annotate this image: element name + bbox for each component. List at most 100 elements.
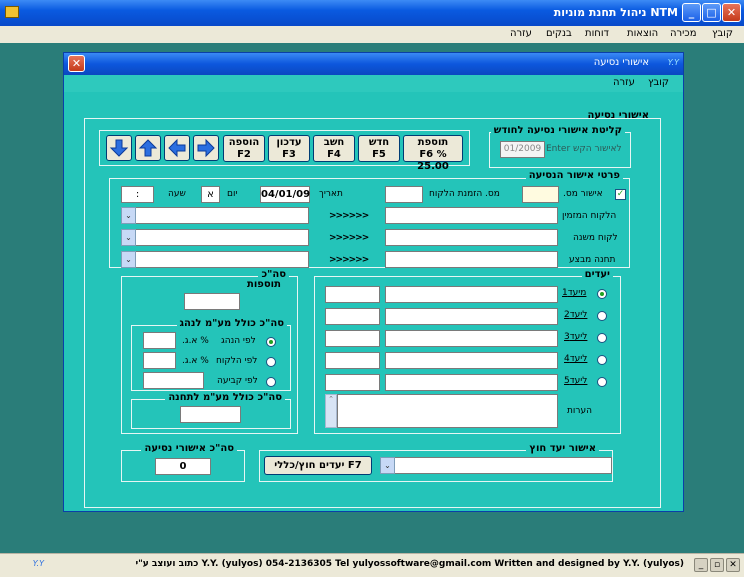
- by-client-radio[interactable]: [266, 357, 276, 367]
- status-minimize-button[interactable]: _: [694, 558, 708, 572]
- first-record-button[interactable]: [135, 135, 161, 161]
- time-label: שעה: [168, 189, 186, 199]
- arrow-down-icon: [109, 139, 129, 157]
- child-menu-file[interactable]: קובץ: [648, 77, 669, 88]
- status-restore-button[interactable]: ▫: [710, 558, 724, 572]
- menu-sales[interactable]: מכירה: [670, 28, 697, 39]
- dest-1-code-input[interactable]: [325, 286, 380, 303]
- date-input[interactable]: 04/01/09: [260, 186, 310, 203]
- abroad-dropdown-button[interactable]: ⌄: [380, 457, 395, 474]
- child-menu-help[interactable]: עזרה: [613, 77, 635, 88]
- chevron-down-icon: ⌄: [125, 211, 132, 220]
- minimize-button[interactable]: _: [682, 3, 701, 22]
- update-button[interactable]: עדכון F3: [268, 135, 310, 162]
- child-menubar: קובץ עזרה: [64, 75, 683, 92]
- menu-banks[interactable]: בנקים: [546, 28, 572, 39]
- chevron-down-icon: ⌄: [384, 461, 391, 470]
- vat-station-input[interactable]: [180, 406, 241, 423]
- child-close-button[interactable]: ✕: [68, 55, 85, 72]
- dest-3-radio[interactable]: [597, 333, 607, 343]
- chevron-down-icon: ⌄: [125, 233, 132, 242]
- status-bar: כתוב ועוצב ע"י Y.Y. (yulyos) 054-2136305…: [0, 553, 744, 577]
- app-icon: [5, 6, 19, 18]
- dest-4-radio[interactable]: [597, 355, 607, 365]
- surcharge-button[interactable]: תוספת F6 % 25.00: [403, 135, 463, 172]
- menu-reports[interactable]: דוחות: [585, 28, 609, 39]
- update-button-label: עדכון: [276, 137, 302, 148]
- dest-2-code-input[interactable]: [325, 308, 380, 325]
- dest-5-address-input[interactable]: [385, 374, 558, 391]
- sub-client-dropdown-button[interactable]: ⌄: [121, 229, 136, 246]
- station-combo[interactable]: [121, 251, 309, 268]
- next-record-button[interactable]: [193, 135, 219, 161]
- maximize-button[interactable]: □: [702, 3, 721, 22]
- station-input[interactable]: [385, 251, 558, 268]
- close-button[interactable]: ✕: [722, 3, 741, 22]
- dest-2-address-input[interactable]: [385, 308, 558, 325]
- notes-scrollbar[interactable]: ⌃: [325, 394, 337, 428]
- approval-no-input[interactable]: [522, 186, 559, 203]
- by-client-label: לפי הלקוח: [216, 356, 258, 366]
- station-label: תחנה מבצע: [569, 255, 616, 265]
- dest-2-radio[interactable]: [597, 311, 607, 321]
- ordering-client-dropdown-button[interactable]: ⌄: [121, 207, 136, 224]
- abroad-destinations-button[interactable]: יעדים חוץ/כללי F7: [264, 456, 372, 475]
- trip-approvals-window: ✕ אישורי נסיעה Y.Y קובץ עזרה אישורי נסיע…: [63, 52, 684, 512]
- status-close-button[interactable]: ✕: [726, 558, 740, 572]
- abroad-group-legend: אישור יעד חוץ: [526, 443, 599, 454]
- dest-3-label: ליעד3: [564, 332, 588, 342]
- by-client-input[interactable]: [143, 352, 176, 369]
- import-hint: לאישור הקש Enter: [546, 144, 622, 154]
- by-driver-radio[interactable]: [266, 337, 276, 347]
- details-group-legend: פרטי אישור הנסיעה: [525, 170, 623, 181]
- order-no-label: מס. הזמנת הלקוח: [429, 189, 500, 199]
- dest-3-code-input[interactable]: [325, 330, 380, 347]
- station-arrows: >>>>>>: [329, 255, 369, 265]
- dest-1-address-input[interactable]: [385, 286, 558, 303]
- add-button[interactable]: הוספה F2: [223, 135, 265, 162]
- day-input[interactable]: א: [201, 186, 220, 203]
- new-button[interactable]: חדש F5: [358, 135, 400, 162]
- dest-4-code-input[interactable]: [325, 352, 380, 369]
- new-button-label: חדש: [368, 137, 390, 148]
- notes-textarea[interactable]: [337, 394, 558, 428]
- addition-input[interactable]: [184, 293, 240, 310]
- time-input[interactable]: :: [121, 186, 154, 203]
- sub-client-combo[interactable]: [121, 229, 309, 246]
- dest-5-radio[interactable]: [597, 377, 607, 387]
- menu-file[interactable]: קובץ: [712, 28, 733, 39]
- sub-client-input[interactable]: [385, 229, 558, 246]
- dest-2-label: ליעד2: [564, 310, 588, 320]
- fixed-input[interactable]: [143, 372, 204, 389]
- import-month-input[interactable]: 01/2009: [500, 141, 545, 158]
- ordering-client-input[interactable]: [385, 207, 558, 224]
- child-title-prefix: Y.Y: [667, 58, 679, 67]
- ordering-client-combo[interactable]: [121, 207, 309, 224]
- station-dropdown-button[interactable]: ⌄: [121, 251, 136, 268]
- window-title: ניהול תחנת מוניות NTM: [553, 6, 678, 19]
- dest-1-radio[interactable]: [597, 289, 607, 299]
- by-client-pct-label: % א.ג.: [182, 356, 209, 366]
- dest-4-address-input[interactable]: [385, 352, 558, 369]
- order-no-input[interactable]: [385, 186, 423, 203]
- dest-5-code-input[interactable]: [325, 374, 380, 391]
- by-driver-input[interactable]: [143, 332, 176, 349]
- menu-help[interactable]: עזרה: [510, 28, 532, 39]
- last-record-button[interactable]: [106, 135, 132, 161]
- sub-client-arrows: >>>>>>: [329, 233, 369, 243]
- approval-checkbox[interactable]: ✓: [615, 189, 626, 200]
- menu-expenses[interactable]: הוצאות: [627, 28, 658, 39]
- chevron-down-icon: ⌄: [125, 255, 132, 264]
- arrow-up-icon: [138, 139, 158, 157]
- import-group-legend: קליטת אישורי נסיעה לחודש: [490, 125, 625, 136]
- main-menubar: קובץ מכירה הוצאות דוחות בנקים עזרה: [0, 26, 744, 43]
- child-title-bar: ✕ אישורי נסיעה Y.Y: [64, 53, 683, 75]
- previous-record-button[interactable]: [164, 135, 190, 161]
- fixed-radio[interactable]: [266, 377, 276, 387]
- dest-3-address-input[interactable]: [385, 330, 558, 347]
- status-credits: כתוב ועוצב ע"י Y.Y. (yulyos) 054-2136305…: [135, 559, 684, 569]
- abroad-combo[interactable]: [380, 457, 612, 474]
- arrow-left-icon: [168, 138, 186, 158]
- calculate-button[interactable]: חשב F4: [313, 135, 355, 162]
- approval-no-label: אישור מס.: [563, 189, 603, 199]
